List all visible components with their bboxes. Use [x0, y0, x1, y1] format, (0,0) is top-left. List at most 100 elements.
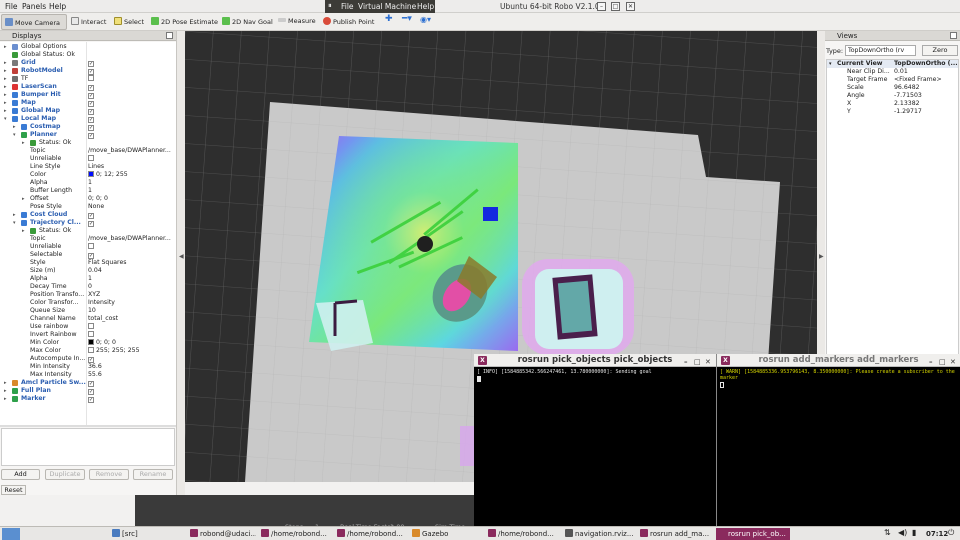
display-row[interactable]: Alpha 1	[0, 275, 176, 283]
display-value[interactable]: ✓	[88, 91, 94, 99]
remove-display-button[interactable]: Remove	[89, 469, 129, 480]
expand-arrow-icon[interactable]: ▸	[4, 387, 7, 395]
remove-tool-icon[interactable]: ━▾	[399, 14, 415, 30]
display-value[interactable]: 36.6	[88, 363, 102, 371]
maximize-icon[interactable]: □	[939, 356, 946, 369]
taskbar-item[interactable]: robond@udaci...	[188, 528, 256, 540]
collapse-left-icon[interactable]: ◀	[179, 253, 184, 260]
terminal-pick-objects-titlebar[interactable]: X rosrun pick_objects pick_objects – □ ✕	[474, 354, 716, 367]
display-row[interactable]: Max Color 255; 255; 255	[0, 347, 176, 355]
color-swatch[interactable]	[88, 339, 94, 345]
view-property-value[interactable]: 96.6482	[894, 84, 920, 92]
display-row[interactable]: ▸ Global Options	[0, 43, 176, 51]
taskbar-item[interactable]: navigation.rviz...	[563, 528, 635, 540]
display-value[interactable]: Intensity	[88, 299, 115, 307]
current-view-row[interactable]: ▾ Current View TopDownOrtho (...	[827, 60, 958, 68]
expand-arrow-icon[interactable]: ▸	[22, 195, 25, 203]
display-row[interactable]: Color Transfor... Intensity	[0, 299, 176, 307]
expand-arrow-icon[interactable]: ▾	[829, 60, 832, 68]
view-property-row[interactable]: Y -1.29717	[827, 108, 958, 116]
display-row[interactable]: Decay Time 0	[0, 283, 176, 291]
display-row[interactable]: Queue Size 10	[0, 307, 176, 315]
taskbar-item[interactable]: rosrun pick_ob...	[716, 528, 790, 540]
display-value[interactable]: 0.04	[88, 267, 102, 275]
publish-point-tool[interactable]: Publish Point	[320, 14, 377, 30]
select-tool[interactable]: Select	[111, 14, 147, 30]
display-row[interactable]: Pose Style None	[0, 203, 176, 211]
display-row[interactable]: ▸ Grid ✓	[0, 59, 176, 67]
left-splitter[interactable]: ◀	[177, 31, 185, 495]
display-value[interactable]: ✓	[88, 115, 94, 123]
display-row[interactable]: ▸ RobotModel ✓	[0, 67, 176, 75]
display-value[interactable]: 0; 12; 255	[88, 171, 128, 179]
display-value[interactable]: ✓	[88, 395, 94, 403]
display-value[interactable]: ✓	[88, 355, 94, 363]
display-row[interactable]: Global Status: Ok	[0, 51, 176, 59]
terminal-add-markers-titlebar[interactable]: X rosrun add_markers add_markers – □ ✕	[717, 354, 960, 367]
power-icon[interactable]: ⏻	[948, 528, 954, 538]
menu-help[interactable]: Help	[49, 2, 66, 11]
display-value[interactable]: 0	[88, 283, 92, 291]
enable-checkbox[interactable]: ✓	[88, 397, 94, 403]
display-value[interactable]: ✓	[88, 251, 94, 259]
display-value[interactable]: 0; 0; 0	[88, 195, 108, 203]
tree-scrollbar[interactable]	[0, 425, 176, 427]
expand-arrow-icon[interactable]: ▸	[13, 123, 16, 131]
display-row[interactable]: ▸ Costmap ✓	[0, 123, 176, 131]
display-value[interactable]	[88, 75, 94, 83]
vm-menu-virtual-machine[interactable]: Virtual Machine	[358, 2, 416, 11]
display-row[interactable]: Size (m) 0.04	[0, 267, 176, 275]
network-icon[interactable]: ⇅	[884, 528, 891, 537]
display-value[interactable]: 1	[88, 179, 92, 187]
display-value[interactable]: ✓	[88, 387, 94, 395]
display-row[interactable]: ▸ LaserScan ✓	[0, 83, 176, 91]
move-camera-tool[interactable]: Move Camera	[1, 14, 67, 30]
display-row[interactable]: Buffer Length 1	[0, 187, 176, 195]
display-row[interactable]: Style Flat Squares	[0, 259, 176, 267]
camera-type-icon[interactable]: ◉▾	[417, 14, 434, 30]
expand-arrow-icon[interactable]: ▾	[13, 219, 16, 227]
display-value[interactable]	[88, 323, 94, 331]
display-row[interactable]: Autocompute In... ✓	[0, 355, 176, 363]
display-value[interactable]: /move_base/DWAPlanner...	[88, 235, 171, 243]
display-value[interactable]: ✓	[88, 211, 94, 219]
enable-checkbox[interactable]	[88, 331, 94, 337]
close-icon[interactable]: ✕	[705, 356, 711, 369]
minimize-icon[interactable]: –	[597, 2, 606, 11]
display-row[interactable]: ▸ Amcl Particle Sw... ✓	[0, 379, 176, 387]
close-icon[interactable]: ✕	[626, 2, 635, 11]
display-row[interactable]: Alpha 1	[0, 179, 176, 187]
display-row[interactable]: Invert Rainbow	[0, 331, 176, 339]
enable-checkbox[interactable]	[88, 323, 94, 329]
menu-panels[interactable]: Panels	[22, 2, 46, 11]
display-value[interactable]: None	[88, 203, 104, 211]
workspace-switcher[interactable]	[2, 528, 20, 540]
zero-button[interactable]: Zero	[922, 45, 958, 56]
maximize-icon[interactable]: □	[611, 2, 620, 11]
expand-arrow-icon[interactable]: ▾	[13, 131, 16, 139]
display-value[interactable]: total_cost	[88, 315, 118, 323]
expand-arrow-icon[interactable]: ▸	[4, 91, 7, 99]
display-row[interactable]: ▸ Offset 0; 0; 0	[0, 195, 176, 203]
display-value[interactable]: ✓	[88, 59, 94, 67]
view-property-value[interactable]: <Fixed Frame>	[894, 76, 942, 84]
expand-arrow-icon[interactable]: ▸	[22, 139, 25, 147]
taskbar-item[interactable]: Gazebo	[410, 528, 482, 540]
view-property-value[interactable]: 2.13382	[894, 100, 920, 108]
display-row[interactable]: Topic/move_base/DWAPlanner...	[0, 147, 176, 155]
display-row[interactable]: Line Style Lines	[0, 163, 176, 171]
display-row[interactable]: Unreliable	[0, 155, 176, 163]
display-row[interactable]: ▸ Status: Ok	[0, 139, 176, 147]
display-row[interactable]: ▸ Cost Cloud ✓	[0, 211, 176, 219]
display-row[interactable]: Channel Name total_cost	[0, 315, 176, 323]
display-row[interactable]: ▾ Local Map ✓	[0, 115, 176, 123]
reset-button[interactable]: Reset	[1, 485, 26, 495]
display-row[interactable]: ▸ Status: Ok	[0, 227, 176, 235]
expand-arrow-icon[interactable]: ▸	[4, 99, 7, 107]
menu-file[interactable]: File	[5, 2, 18, 11]
display-row[interactable]: Max Intensity 55.6	[0, 371, 176, 379]
expand-arrow-icon[interactable]: ▸	[22, 227, 25, 235]
terminal-pick-objects[interactable]: X rosrun pick_objects pick_objects – □ ✕…	[474, 354, 716, 540]
display-row[interactable]: ▸ Bumper Hit ✓	[0, 91, 176, 99]
measure-tool[interactable]: Measure	[275, 14, 319, 30]
